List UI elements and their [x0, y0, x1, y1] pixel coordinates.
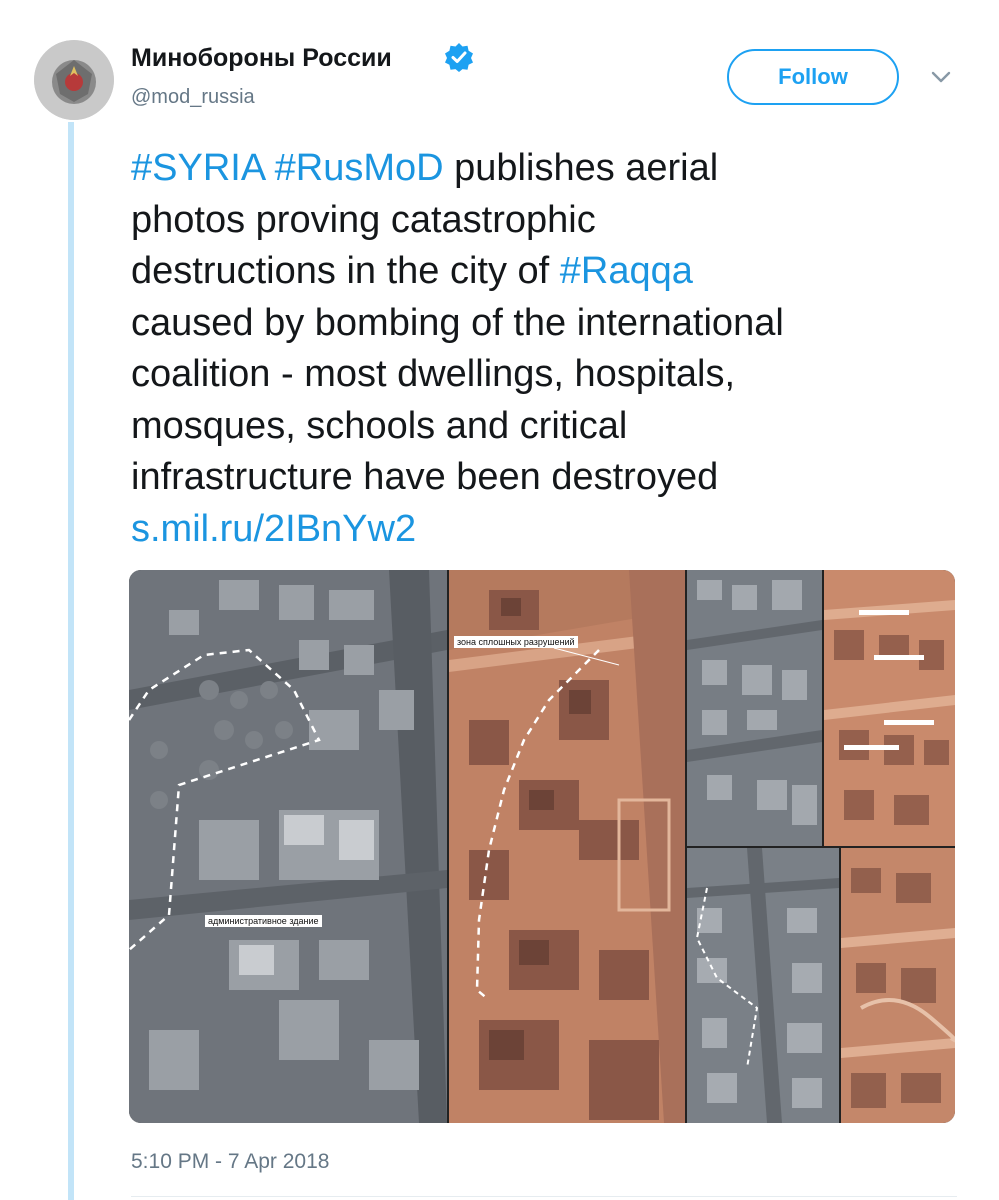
tweet-timestamp[interactable]: 5:10 PM - 7 Apr 2018 [131, 1150, 329, 1174]
tweet-text-segment [264, 147, 275, 189]
tweet-text-segment: destructions in the city of [131, 250, 560, 292]
ministry-emblem-icon [34, 40, 114, 120]
tweet-media-grid[interactable]: административное здание зона сплошных ра… [129, 570, 955, 1123]
tweet-text-segment: photos proving catastrophic [131, 198, 596, 241]
aerial-photo-4[interactable] [824, 570, 955, 846]
tweet-text: #SYRIA #RusMoD publishes aerial photos pr… [131, 143, 961, 555]
tweet-text-line: #SYRIA #RusMoD publishes aerial [131, 143, 961, 195]
verified-badge-icon [445, 43, 473, 72]
aerial-photo-1[interactable]: административное здание [129, 570, 447, 1123]
tweet-text-line: infrastructure have been destroyed [131, 452, 961, 504]
display-name[interactable]: Минобороны России [131, 44, 392, 73]
tweet-text-line: destructions in the city of #Raqqa [131, 246, 961, 298]
aerial-photo-5-image [687, 848, 839, 1123]
tweet-text-line: coalition - most dwellings, hospitals, [131, 349, 961, 401]
thread-connector-line [68, 122, 74, 1200]
tweet-text-segment: caused by bombing of the international [131, 301, 784, 344]
follow-button[interactable]: Follow [727, 49, 899, 105]
tweet-text-line: s.mil.ru/2IBnYw2 [131, 504, 961, 556]
hashtag-link[interactable]: #Raqqa [560, 250, 693, 292]
avatar[interactable] [34, 40, 114, 120]
aerial-photo-6[interactable] [841, 848, 955, 1123]
aerial-photo-2-label: зона сплошных разрушений [454, 636, 578, 648]
aerial-photo-4-image [824, 570, 955, 846]
tweet-text-segment: coalition - most dwellings, hospitals, [131, 353, 736, 395]
tweet-text-segment: publishes aerial [443, 147, 719, 189]
aerial-photo-5[interactable] [687, 848, 839, 1123]
divider [131, 1196, 957, 1197]
aerial-photo-2-image [449, 570, 685, 1123]
aerial-photo-1-label: административное здание [205, 915, 322, 927]
account-handle[interactable]: @mod_russia [131, 86, 255, 109]
tweet-text-line: caused by bombing of the international [131, 298, 961, 350]
aerial-photo-6-image [841, 848, 955, 1123]
hashtag-link[interactable]: #SYRIA [131, 147, 264, 189]
hashtag-link[interactable]: #RusMoD [275, 147, 444, 189]
tweet-text-line: mosques, schools and critical [131, 401, 961, 453]
aerial-photo-2[interactable]: зона сплошных разрушений [449, 570, 685, 1123]
tweet-text-line: photos proving catastrophic [131, 195, 961, 247]
aerial-photo-3[interactable] [687, 570, 822, 846]
tweet-text-segment: mosques, schools and critical [131, 404, 628, 447]
aerial-photo-1-image [129, 570, 447, 1123]
chevron-down-icon[interactable] [928, 66, 954, 88]
aerial-photo-3-image [687, 570, 822, 846]
tweet-url-link[interactable]: s.mil.ru/2IBnYw2 [131, 508, 416, 550]
tweet-text-segment: infrastructure have been destroyed [131, 456, 719, 498]
